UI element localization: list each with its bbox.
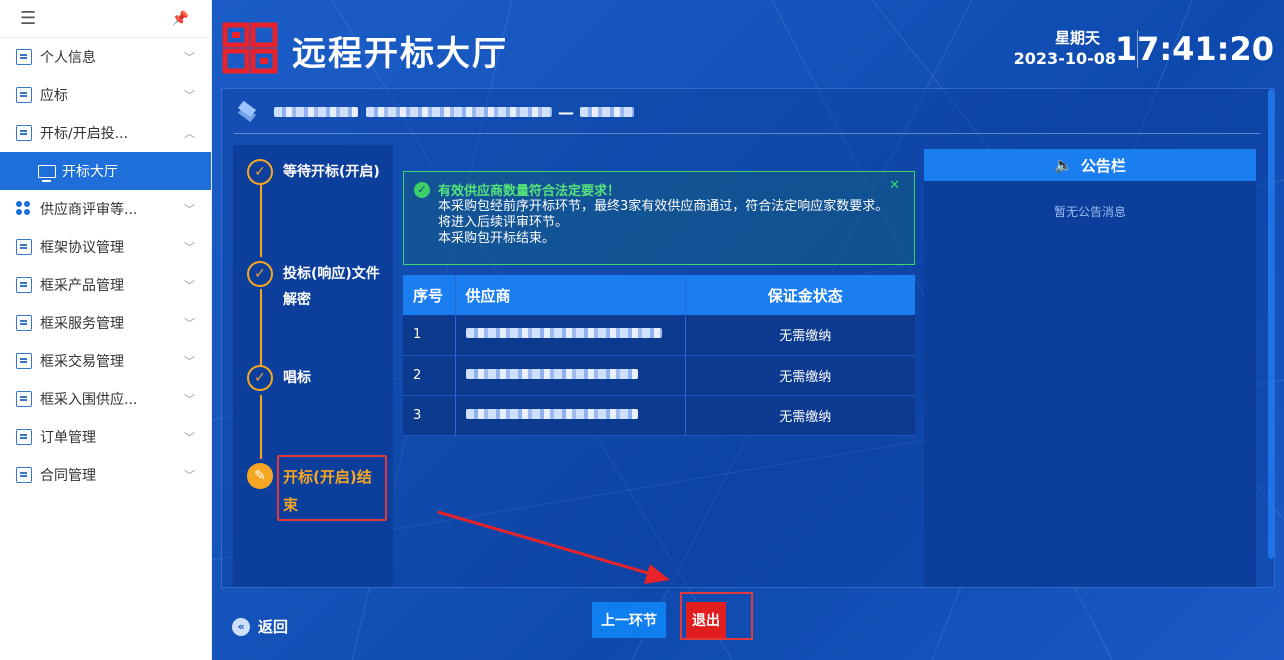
chevron-down-icon: ﹀ <box>184 89 195 102</box>
sidebar-item-bid-opening[interactable]: 开标/开启投... ︿ <box>0 114 211 152</box>
order-icon <box>16 429 32 445</box>
sidebar-item-framework-transactions[interactable]: 框采交易管理 ﹀ <box>0 342 211 380</box>
sidebar-item-supplier-review[interactable]: 供应商评审等... ﹀ <box>0 190 211 228</box>
sidebar-item-bidding[interactable]: 应标 ﹀ <box>0 76 211 114</box>
sidebar-item-contracts[interactable]: 合同管理 ﹀ <box>0 456 211 494</box>
document-icon <box>16 353 32 369</box>
document-icon <box>16 277 32 293</box>
contract-icon <box>16 467 32 483</box>
sidebar-item-label: 框架协议管理 <box>40 240 124 256</box>
supplier-icon <box>16 391 32 407</box>
sidebar-item-framework-products[interactable]: 框采产品管理 ﹀ <box>0 266 211 304</box>
sidebar-item-label: 个人信息 <box>40 50 96 66</box>
chevron-down-icon: ﹀ <box>184 393 195 406</box>
sidebar-item-orders[interactable]: 订单管理 ﹀ <box>0 418 211 456</box>
chevron-down-icon: ﹀ <box>184 203 195 216</box>
sidebar-item-label: 框采服务管理 <box>40 316 124 332</box>
sidebar-item-label: 合同管理 <box>40 468 96 484</box>
chevron-up-icon: ︿ <box>184 127 195 140</box>
sidebar-item-label: 框采交易管理 <box>40 354 124 370</box>
annotation-arrow <box>437 510 670 584</box>
sidebar-item-label: 框采产品管理 <box>40 278 124 294</box>
sidebar-item-bid-opening-hall[interactable]: 开标大厅 <box>0 152 211 190</box>
bid-hall-main: 远程开标大厅 星期天 2023-10-08 17:41:20 — ✓ 等待开标(… <box>212 0 1284 660</box>
document-icon <box>16 87 32 103</box>
chevron-down-icon: ﹀ <box>184 51 195 64</box>
grid-dots-icon <box>16 201 32 217</box>
chevron-down-icon: ﹀ <box>184 317 195 330</box>
sidebar-item-framework-services[interactable]: 框采服务管理 ﹀ <box>0 304 211 342</box>
chevron-down-icon: ﹀ <box>184 241 195 254</box>
chevron-down-icon: ﹀ <box>184 279 195 292</box>
sidebar-item-label: 开标大厅 <box>62 164 118 180</box>
menu-icon[interactable]: ☰ <box>20 8 36 29</box>
sidebar-item-label: 应标 <box>40 88 68 104</box>
chevron-down-icon: ﹀ <box>184 355 195 368</box>
user-card-icon <box>16 49 32 65</box>
service-icon <box>16 315 32 331</box>
monitor-icon <box>38 164 56 182</box>
sidebar-item-label: 框采入围供应... <box>40 392 138 408</box>
sidebar-item-personal-info[interactable]: 个人信息 ﹀ <box>0 38 211 76</box>
sidebar-item-label: 供应商评审等... <box>40 202 138 218</box>
chevron-down-icon: ﹀ <box>184 431 195 444</box>
chevron-down-icon: ﹀ <box>184 469 195 482</box>
document-icon <box>16 125 32 141</box>
sidebar-item-framework-suppliers[interactable]: 框采入围供应... ﹀ <box>0 380 211 418</box>
sidebar: ☰ 📌 个人信息 ﹀ 应标 ﹀ 开标/开启投... ︿ 开标大厅 供应商评审等... ﹀… <box>0 0 212 660</box>
sidebar-item-framework-agreement[interactable]: 框架协议管理 ﹀ <box>0 228 211 266</box>
frame-icon <box>16 239 32 255</box>
sidebar-item-label: 订单管理 <box>40 430 96 446</box>
pin-icon[interactable]: 📌 <box>172 11 189 27</box>
sidebar-item-label: 开标/开启投... <box>40 126 129 142</box>
sidebar-top: ☰ 📌 <box>0 0 211 38</box>
